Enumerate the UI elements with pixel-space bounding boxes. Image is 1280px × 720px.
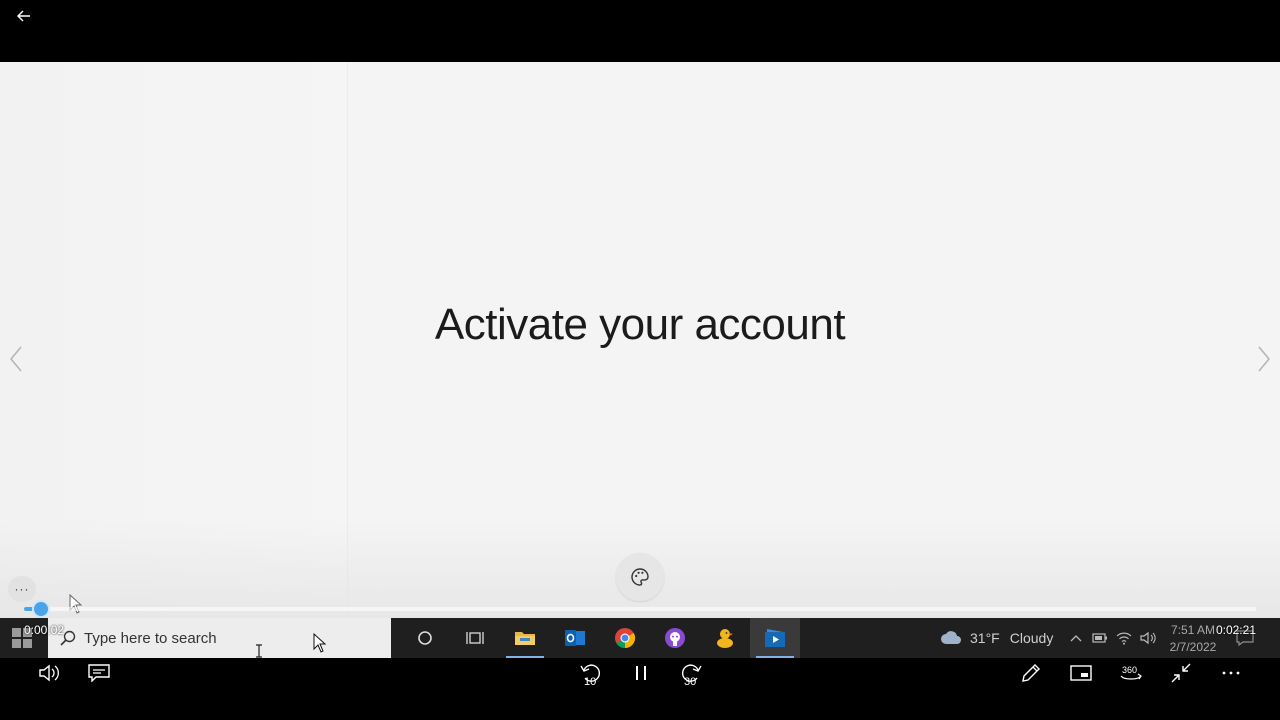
clock-date: 2/7/2022 <box>1169 640 1217 654</box>
edit-button[interactable] <box>1011 658 1051 688</box>
previous-button[interactable] <box>4 344 28 374</box>
folder-icon <box>515 632 535 645</box>
chevron-right-icon <box>1258 346 1270 372</box>
back-arrow-icon <box>17 10 30 22</box>
cyberduck-button[interactable] <box>700 618 750 658</box>
cortana-icon <box>418 631 432 645</box>
volume-icon <box>39 664 59 682</box>
task-view-button[interactable] <box>450 618 500 658</box>
outlook-button[interactable] <box>550 618 600 658</box>
back-button[interactable] <box>10 4 38 28</box>
outlook-icon <box>565 630 585 646</box>
slide-title-text: Activate your account <box>434 300 846 349</box>
skip-forward-button[interactable]: 30 <box>671 658 711 688</box>
pause-button[interactable] <box>621 658 661 688</box>
github-icon <box>665 628 685 648</box>
skip-back-button[interactable]: 10 <box>571 658 611 688</box>
battery-icon[interactable] <box>1088 633 1112 643</box>
more-options-button[interactable] <box>1211 658 1251 688</box>
more-horizontal-icon <box>1222 671 1240 675</box>
task-view-icon <box>466 632 484 644</box>
palette-icon <box>631 568 649 586</box>
total-duration: 0:02:21 <box>1215 623 1256 637</box>
exit-fullscreen-button[interactable] <box>1161 658 1201 688</box>
more-options-dots: ··· <box>14 582 30 596</box>
exit-fullscreen-icon <box>1171 663 1191 683</box>
weather-temperature: 31°F <box>970 630 1000 646</box>
chrome-button[interactable] <box>600 618 650 658</box>
windows-taskbar: Type here to search 31°F Cloudy 7:51 AM … <box>0 618 1280 658</box>
subtitles-button[interactable] <box>79 658 119 688</box>
picture-in-picture-icon <box>1070 665 1092 681</box>
taskbar-search-box[interactable]: Type here to search <box>48 618 391 658</box>
skip-forward-seconds: 30 <box>684 676 697 688</box>
file-explorer-button[interactable] <box>500 618 550 658</box>
pencil-icon <box>1022 664 1040 682</box>
tray-chevron-up-icon[interactable] <box>1064 634 1088 642</box>
video-player-icon <box>765 629 785 647</box>
more-options-small-button[interactable]: ··· <box>8 576 36 602</box>
movies-tv-button[interactable] <box>750 618 800 658</box>
seek-bar[interactable] <box>24 607 1256 611</box>
player-controls-bar: 10 30 360 <box>0 658 1280 720</box>
text-cursor-icon <box>256 644 262 658</box>
palette-button[interactable] <box>616 553 664 601</box>
top-bar <box>0 0 1280 62</box>
mouse-cursor-icon <box>69 594 83 614</box>
video-viewport[interactable]: Activate your account ··· Type here to s… <box>0 62 1280 658</box>
volume-button[interactable] <box>29 658 69 688</box>
wifi-icon[interactable] <box>1112 631 1136 645</box>
cortana-button[interactable] <box>400 618 450 658</box>
360-icon: 360 <box>1120 665 1142 680</box>
github-desktop-button[interactable] <box>650 618 700 658</box>
taskbar-clock[interactable]: 7:51 AM 2/7/2022 <box>1162 622 1224 656</box>
weather-widget[interactable]: 31°F Cloudy <box>940 618 1053 658</box>
pointer-cursor-icon <box>313 633 327 653</box>
360-view-button[interactable]: 360 <box>1111 658 1151 688</box>
cloud-icon <box>941 631 961 644</box>
system-tray <box>1064 618 1160 658</box>
svg-text:360: 360 <box>1122 665 1137 675</box>
weather-condition: Cloudy <box>1009 630 1054 646</box>
elapsed-time: 0:00:02 <box>24 623 65 637</box>
pause-icon <box>636 666 646 680</box>
clock-time: 7:51 AM <box>1170 623 1216 637</box>
duck-icon <box>717 629 733 648</box>
next-button[interactable] <box>1252 344 1276 374</box>
skip-back-seconds: 10 <box>584 676 597 688</box>
search-placeholder: Type here to search <box>84 629 217 647</box>
mini-view-button[interactable] <box>1061 658 1101 688</box>
chrome-icon <box>615 628 636 649</box>
chevron-left-icon <box>10 346 22 372</box>
taskbar-apps <box>400 618 800 658</box>
subtitles-icon <box>88 664 110 682</box>
slide-title: Activate your account <box>0 300 1280 350</box>
speaker-icon[interactable] <box>1136 631 1160 645</box>
